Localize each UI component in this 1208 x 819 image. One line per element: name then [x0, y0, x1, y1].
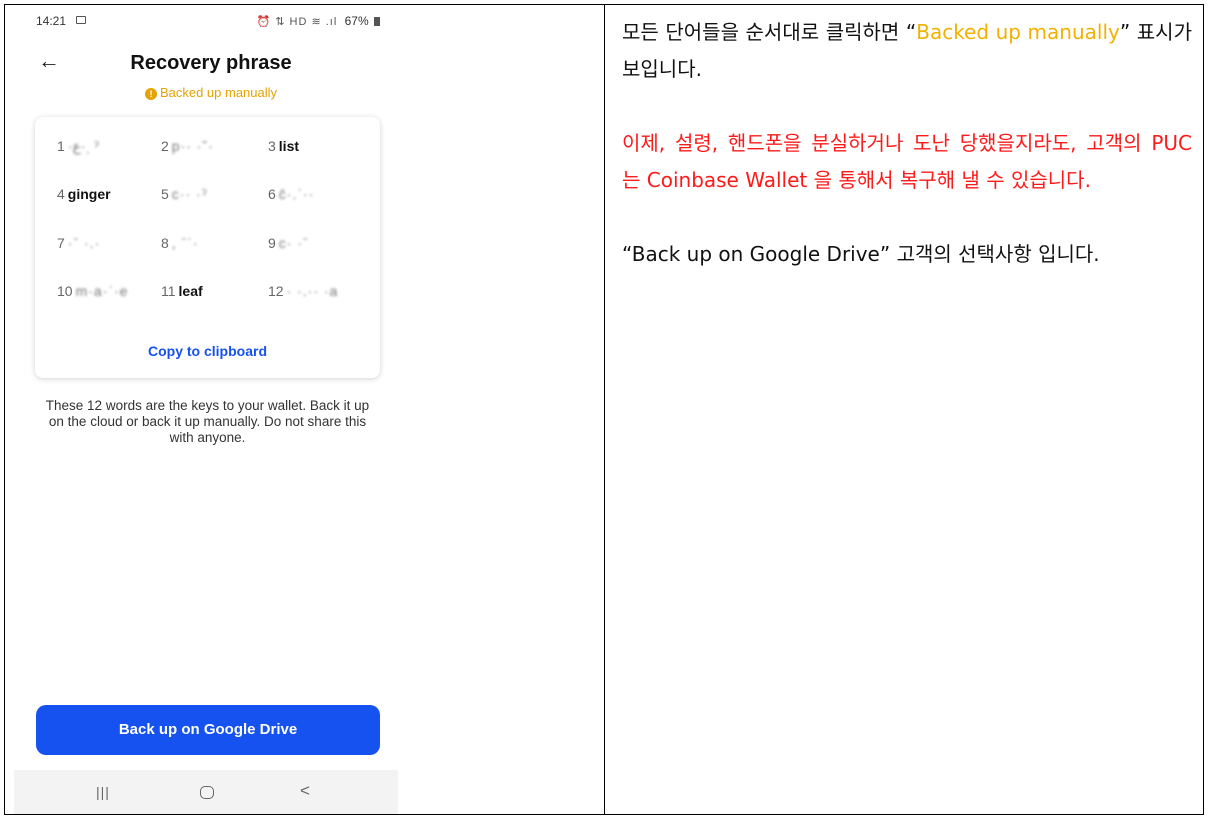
phrase-word-number: 1 — [57, 138, 65, 154]
recent-apps-button[interactable]: ||| — [96, 784, 110, 800]
phrase-word-number: 3 — [268, 138, 276, 154]
battery-icon — [374, 17, 380, 26]
phrase-word-number: 5 — [161, 186, 169, 202]
phrase-word-number: 4 — [57, 186, 65, 202]
phrase-word-number: 7 — [57, 235, 65, 251]
phrase-word-text: ·ˉ ·.· — [67, 235, 101, 251]
phrase-word: 8, ˉˈ· — [161, 235, 199, 251]
status-bar: 14:21 ⏰ ⇅ HD ≋ .ıl 67% — [14, 6, 398, 38]
phrase-description: These 12 words are the keys to your wall… — [45, 398, 370, 445]
status-right: ⏰ ⇅ HD ≋ .ıl 67% — [256, 14, 380, 28]
phrase-word: 12 · ·.·· ·a — [268, 283, 338, 299]
phrase-word: 10 m·a·ˈ·e — [57, 283, 128, 299]
phrase-word-number: 8 — [161, 235, 169, 251]
phrase-word-text: list — [278, 138, 300, 154]
note-paragraph-2: 이제, 설령, 핸드폰을 분실하거나 도난 당했을지라도, 고객의 PUC 는 … — [622, 131, 1192, 192]
home-button[interactable] — [200, 786, 214, 799]
recovery-phrase-card: 1 ·ع·ˌ ˀ 2 p·· ·˘· 3 list 4 ginger 5 c·· ·ˀ 6 c̄·.ˈ… — [35, 117, 380, 378]
phrase-word: 9 c· ·ˉ — [268, 235, 309, 251]
phrase-word: 2 p·· ·˘· — [161, 138, 214, 154]
phrase-word-number: 6 — [268, 186, 276, 202]
phrase-word: 5 c·· ·ˀ — [161, 186, 208, 202]
phrase-word: 1 ·ع·ˌ ˀ — [57, 138, 99, 155]
phrase-word-number: 2 — [161, 138, 169, 154]
phrase-word-text: c· ·ˉ — [278, 235, 309, 251]
note-1-highlight: Backed up manually — [916, 20, 1120, 44]
status-icons: ⏰ ⇅ HD ≋ .ıl — [256, 16, 338, 28]
note-1-before: 모든 단어들을 순서대로 클릭하면 “ — [622, 20, 917, 44]
battery-level: 67% — [344, 14, 369, 28]
phrase-word-number: 10 — [57, 283, 73, 299]
phrase-word: 6 c̄·.ˈ·· — [268, 186, 314, 202]
phrase-word-number: 9 — [268, 235, 276, 251]
phrase-word: 7 ·ˉ ·.· — [57, 235, 100, 251]
note-paragraph-3: “Back up on Google Drive” 고객의 선택사항 입니다. — [622, 242, 1100, 266]
table-divider — [604, 4, 605, 815]
phrase-word-text: c·· ·ˀ — [171, 186, 208, 202]
page-title: Recovery phrase — [130, 52, 292, 74]
info-icon: ! — [144, 88, 157, 100]
phrase-word: 11 leaf — [161, 283, 203, 299]
note-paragraph-1: 모든 단어들을 순서대로 클릭하면 “Backed up manually” 표… — [622, 14, 1192, 88]
phrase-word-text: c̄·.ˈ·· — [278, 186, 315, 202]
android-nav-bar: ||| < — [14, 770, 398, 814]
phrase-word-text: m·a·ˈ·e — [75, 283, 129, 299]
copy-to-clipboard-button[interactable]: Copy to clipboard — [35, 343, 380, 359]
phrase-word: 3 list — [268, 138, 299, 154]
status-time: 14:21 — [36, 14, 67, 28]
backup-status-label: Backed up manually — [159, 85, 278, 100]
phone-screenshot: 14:21 ⏰ ⇅ HD ≋ .ıl 67% ← Recovery phrase… — [14, 6, 398, 814]
gallery-icon — [76, 16, 86, 24]
phrase-word-text: ginger — [67, 186, 111, 202]
instruction-notes: 모든 단어들을 순서대로 클릭하면 “Backed up manually” 표… — [622, 14, 1192, 273]
phrase-word-number: 11 — [161, 283, 176, 299]
nav-back-button[interactable]: < — [300, 781, 310, 801]
backup-status: ! Backed up manually — [74, 85, 348, 100]
phrase-word-text: , ˉˈ· — [171, 235, 199, 251]
backup-google-drive-button[interactable]: Back up on Google Drive — [36, 705, 380, 755]
phrase-word-text: · ·.·· ·a — [286, 283, 339, 299]
phrase-word-text: ·ع·ˌ ˀ — [67, 138, 99, 154]
phrase-word-text: leaf — [178, 283, 203, 299]
phrase-word: 4 ginger — [57, 186, 111, 202]
phrase-word-text: p·· ·˘· — [171, 138, 214, 154]
back-arrow-icon[interactable]: ← — [38, 50, 60, 72]
phrase-word-number: 12 — [268, 283, 284, 299]
